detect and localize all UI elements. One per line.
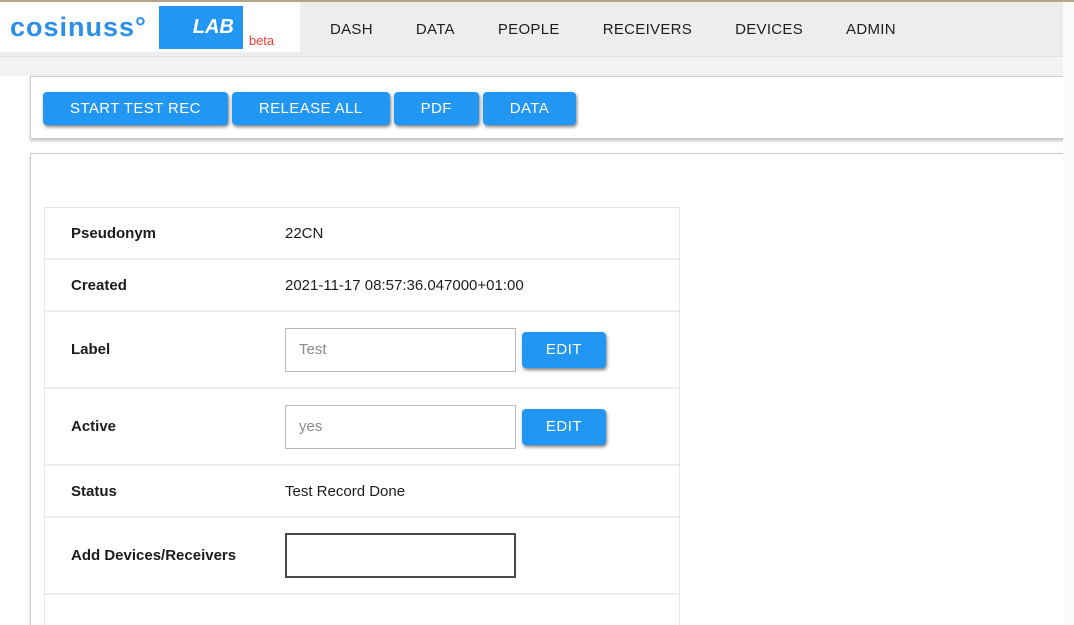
row-value: EDIT xyxy=(285,328,679,372)
nav-item-receivers[interactable]: RECEIVERS xyxy=(603,21,692,38)
label-edit-button[interactable]: EDIT xyxy=(522,332,606,368)
release-all-button[interactable]: RELEASE ALL xyxy=(232,92,390,125)
row-value: EDIT xyxy=(285,405,679,449)
nav-item-people[interactable]: PEOPLE xyxy=(498,21,560,38)
action-toolbar-card: START TEST REC RELEASE ALL PDF DATA xyxy=(30,76,1074,139)
table-row-label: Label EDIT xyxy=(45,312,679,389)
data-button[interactable]: DATA xyxy=(483,92,576,125)
table-row-created: Created 2021-11-17 08:57:36.047000+01:00 xyxy=(45,260,679,312)
lab-badge: LAB xyxy=(159,6,243,49)
nav-item-data[interactable]: DATA xyxy=(416,21,455,38)
app-header: cosinuss° LAB beta DASH DATA PEOPLE RECE… xyxy=(0,2,1074,57)
sub-header-strip xyxy=(0,57,1074,76)
detail-card: Pseudonym 22CN Created 2021-11-17 08:57:… xyxy=(30,153,1074,625)
row-label: Label xyxy=(45,341,285,358)
detail-table: Pseudonym 22CN Created 2021-11-17 08:57:… xyxy=(44,207,680,625)
row-value: 22CN xyxy=(285,225,679,242)
row-label: Status xyxy=(45,483,285,500)
main-nav: DASH DATA PEOPLE RECEIVERS DEVICES ADMIN xyxy=(330,2,896,57)
row-value xyxy=(285,533,679,578)
row-value: Test Record Done xyxy=(285,483,679,500)
table-row-active: Active EDIT xyxy=(45,389,679,466)
logo[interactable]: cosinuss° LAB beta xyxy=(0,2,300,52)
table-row-pseudonym: Pseudonym 22CN xyxy=(45,208,679,260)
add-devices-input[interactable] xyxy=(285,533,516,578)
logo-wordmark: cosinuss° xyxy=(10,14,147,41)
active-edit-button[interactable]: EDIT xyxy=(522,409,606,445)
label-input[interactable] xyxy=(285,328,516,372)
row-label: Add Devices/Receivers xyxy=(45,547,285,564)
row-label: Created xyxy=(45,277,285,294)
table-row-status: Status Test Record Done xyxy=(45,466,679,518)
start-test-rec-button[interactable]: START TEST REC xyxy=(43,92,228,125)
vertical-scrollbar[interactable] xyxy=(1063,0,1074,625)
active-input[interactable] xyxy=(285,405,516,449)
beta-label: beta xyxy=(249,33,274,48)
nav-item-dash[interactable]: DASH xyxy=(330,21,373,38)
row-label: Active xyxy=(45,418,285,435)
pdf-button[interactable]: PDF xyxy=(394,92,479,125)
row-label: Pseudonym xyxy=(45,225,285,242)
table-row-next-partial xyxy=(45,595,679,625)
nav-item-admin[interactable]: ADMIN xyxy=(846,21,896,38)
lab-badge-label: LAB xyxy=(193,16,234,39)
nav-item-devices[interactable]: DEVICES xyxy=(735,21,803,38)
table-row-add-devices: Add Devices/Receivers xyxy=(45,518,679,595)
row-value: 2021-11-17 08:57:36.047000+01:00 xyxy=(285,277,679,294)
top-accent-line xyxy=(0,0,1074,2)
